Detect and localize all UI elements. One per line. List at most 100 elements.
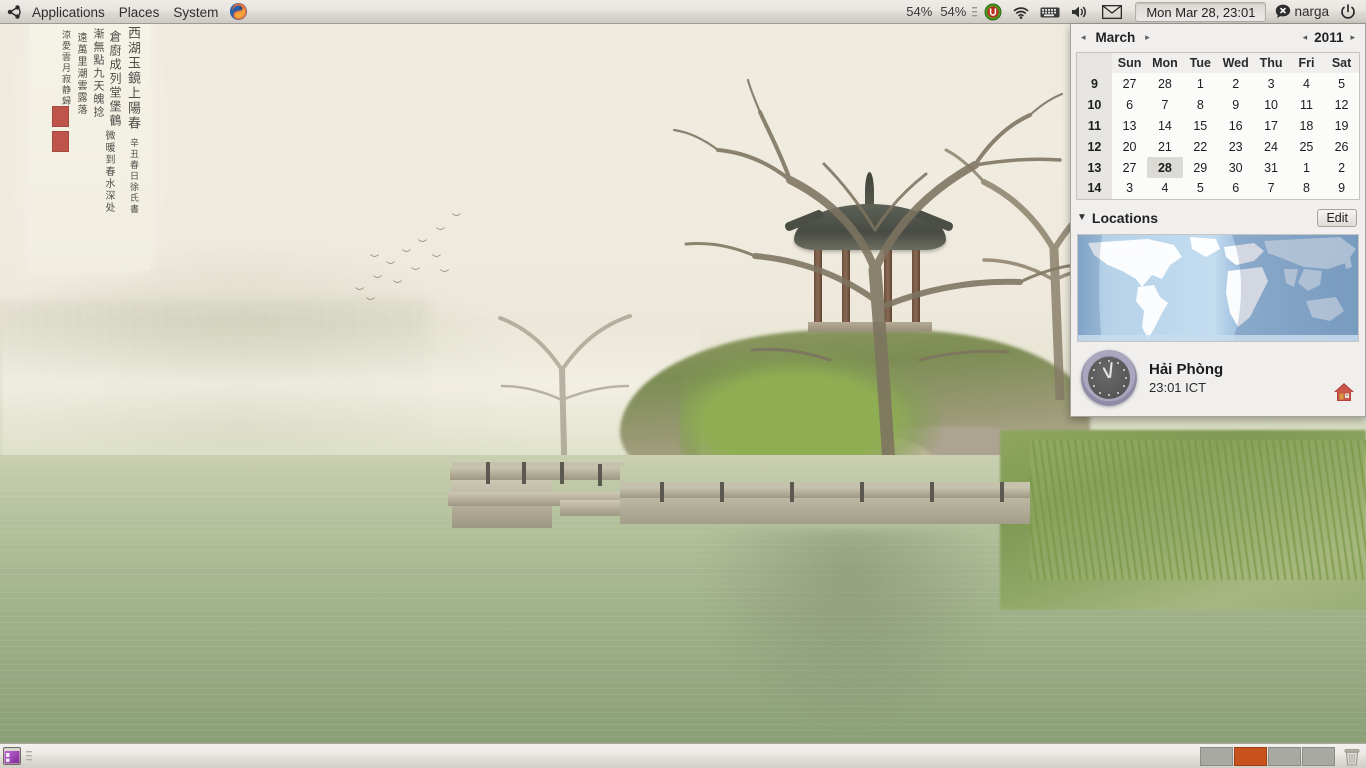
world-map-daynight[interactable] [1077, 234, 1359, 342]
calendar-day[interactable]: 20 [1112, 136, 1147, 157]
calligraphy-column: 遠萬里潮雲露落 [73, 32, 88, 116]
calligraphy-column: 西湖玉鏡上陽春 [123, 26, 142, 131]
calendar-grid[interactable]: SunMonTueWedThuFriSat 927281234510678910… [1076, 52, 1360, 200]
calendar-day[interactable]: 8 [1289, 178, 1324, 199]
tray-handle-icon[interactable] [970, 0, 979, 24]
calendar-day[interactable]: 21 [1147, 136, 1182, 157]
next-month-button[interactable]: ▸ [1141, 32, 1154, 43]
calendar-day[interactable]: 5 [1324, 73, 1359, 94]
calendar-day[interactable]: 13 [1112, 115, 1147, 136]
menu-places[interactable]: Places [112, 1, 167, 23]
week-number: 12 [1077, 136, 1112, 157]
seal-upper [52, 106, 69, 127]
weekday-header-thu: Thu [1253, 53, 1288, 74]
calendar-day[interactable]: 27 [1112, 73, 1147, 94]
calendar-year-label: 2011 [1311, 30, 1346, 45]
location-city: Hải Phòng [1149, 361, 1223, 378]
calendar-day[interactable]: 2 [1324, 157, 1359, 178]
battery-percent-secondary[interactable]: 54% [936, 4, 970, 19]
window-list[interactable] [34, 744, 1200, 768]
calendar-day[interactable]: 29 [1183, 157, 1218, 178]
calendar-day[interactable]: 27 [1112, 157, 1147, 178]
calendar-week-row: 13272829303112 [1077, 157, 1360, 178]
update-manager-icon[interactable] [979, 0, 1007, 24]
calendar-day[interactable]: 9 [1324, 178, 1359, 199]
calendar-day[interactable]: 16 [1218, 115, 1253, 136]
calendar-day[interactable]: 1 [1289, 157, 1324, 178]
show-desktop-icon[interactable] [2, 746, 24, 767]
calligraphy-scroll: 西湖玉鏡上陽春 倉廚成列堂堡鶴 漸無點九天魄捻 遠萬里潮雲露落 涼愛雲月寂静歸 … [30, 18, 150, 270]
ubuntu-logo-icon[interactable] [6, 3, 24, 21]
edit-locations-button[interactable]: Edit [1317, 209, 1357, 227]
prev-year-button[interactable]: ◂ [1299, 32, 1312, 43]
calendar-day[interactable]: 9 [1218, 94, 1253, 115]
calendar-day[interactable]: 18 [1289, 115, 1324, 136]
show-desktop-handle[interactable] [24, 746, 34, 767]
calendar-nav: ◂ March ▸ ◂ 2011 ▸ [1071, 24, 1365, 50]
workspace-1[interactable] [1200, 747, 1233, 766]
calendar-day-today[interactable]: 28 [1147, 157, 1182, 178]
calendar-day[interactable]: 7 [1147, 94, 1182, 115]
calendar-day[interactable]: 25 [1289, 136, 1324, 157]
user-name-label[interactable]: narga [1294, 4, 1335, 19]
analog-clock-icon [1081, 350, 1137, 406]
battery-percent-primary[interactable]: 54% [902, 4, 936, 19]
calendar-day[interactable]: 31 [1253, 157, 1288, 178]
calendar-day[interactable]: 5 [1183, 178, 1218, 199]
calendar-week-row: 1220212223242526 [1077, 136, 1360, 157]
calendar-day[interactable]: 30 [1218, 157, 1253, 178]
calendar-day[interactable]: 12 [1324, 94, 1359, 115]
menu-applications[interactable]: Applications [25, 1, 112, 23]
calendar-day[interactable]: 3 [1253, 73, 1288, 94]
calendar-day[interactable]: 8 [1183, 94, 1218, 115]
keyboard-indicator-icon[interactable] [1035, 0, 1065, 24]
calendar-week-row: 106789101112 [1077, 94, 1360, 115]
firefox-launcher-icon[interactable] [225, 0, 253, 24]
calendar-day[interactable]: 17 [1253, 115, 1288, 136]
workspace-2[interactable] [1234, 747, 1267, 766]
prev-month-button[interactable]: ◂ [1077, 32, 1090, 43]
power-button-icon[interactable] [1335, 0, 1366, 24]
calendar-day[interactable]: 2 [1218, 73, 1253, 94]
calendar-day[interactable]: 28 [1147, 73, 1182, 94]
calendar-day[interactable]: 7 [1253, 178, 1288, 199]
calendar-year-group: ◂ 2011 ▸ [1299, 30, 1359, 45]
calendar-day[interactable]: 26 [1324, 136, 1359, 157]
calendar-day[interactable]: 24 [1253, 136, 1288, 157]
calendar-day[interactable]: 22 [1183, 136, 1218, 157]
calendar-day[interactable]: 10 [1253, 94, 1288, 115]
clock-dropdown-panel: ◂ March ▸ ◂ 2011 ▸ SunMonTueWedThuFriSat… [1070, 24, 1366, 417]
calendar-day[interactable]: 6 [1112, 94, 1147, 115]
workspace-4[interactable] [1302, 747, 1335, 766]
calendar-day[interactable]: 3 [1112, 178, 1147, 199]
mail-envelope-icon[interactable] [1093, 0, 1131, 24]
calendar-day[interactable]: 4 [1147, 178, 1182, 199]
locations-title: Locations [1092, 210, 1158, 226]
weekday-header-mon: Mon [1147, 53, 1182, 74]
volume-icon[interactable] [1065, 0, 1093, 24]
calendar-day[interactable]: 15 [1183, 115, 1218, 136]
calendar-day[interactable]: 1 [1183, 73, 1218, 94]
calendar-day[interactable]: 19 [1324, 115, 1359, 136]
calendar-day[interactable]: 4 [1289, 73, 1324, 94]
calligraphy-column: 微暖到春水深处 [101, 130, 116, 214]
workspace-3[interactable] [1268, 747, 1301, 766]
weekday-header-fri: Fri [1289, 53, 1324, 74]
next-year-button[interactable]: ▸ [1346, 32, 1359, 43]
workspace-switcher[interactable] [1200, 746, 1336, 767]
trash-icon[interactable] [1342, 746, 1362, 767]
calendar-day[interactable]: 11 [1289, 94, 1324, 115]
week-number: 11 [1077, 115, 1112, 136]
calendar-month-label: March [1090, 30, 1142, 45]
user-status-icon[interactable] [1270, 0, 1294, 24]
location-item[interactable]: Hải Phòng 23:01 ICT [1071, 342, 1365, 416]
wifi-icon[interactable] [1007, 0, 1035, 24]
menu-system[interactable]: System [166, 1, 225, 23]
week-number: 14 [1077, 178, 1112, 199]
expander-icon[interactable]: ▼ [1077, 212, 1087, 223]
calendar-day[interactable]: 23 [1218, 136, 1253, 157]
clock-applet[interactable]: Mon Mar 28, 23:01 [1135, 2, 1266, 22]
home-icon[interactable] [1333, 382, 1355, 402]
calendar-day[interactable]: 14 [1147, 115, 1182, 136]
calendar-day[interactable]: 6 [1218, 178, 1253, 199]
